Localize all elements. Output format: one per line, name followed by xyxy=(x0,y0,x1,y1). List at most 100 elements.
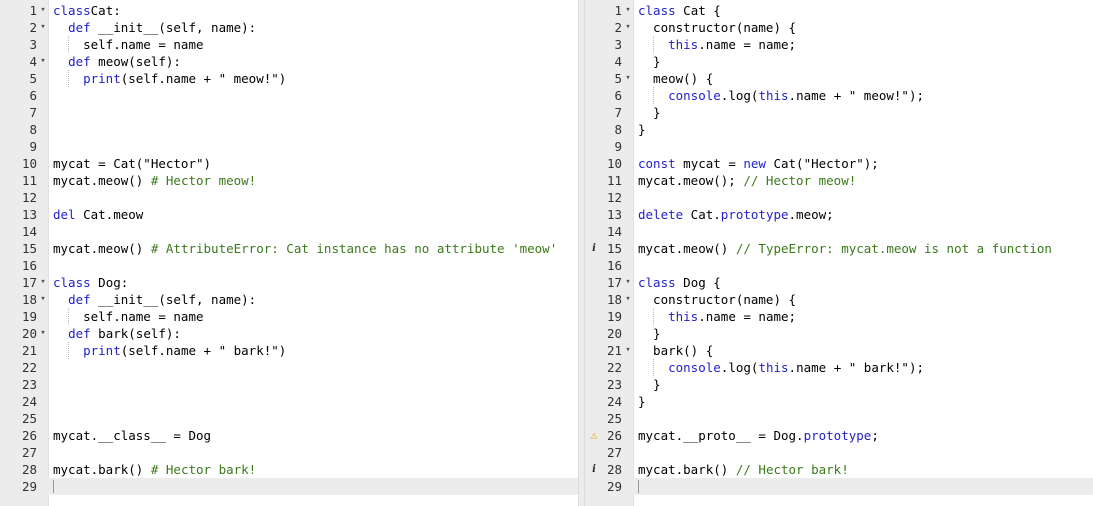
code-line[interactable]: 29 xyxy=(585,478,1093,495)
code-line[interactable]: 1 ▾ class Cat { xyxy=(585,2,1093,19)
code-line[interactable]: 2 ▾ def __init__(self, name): xyxy=(0,19,578,36)
code-line[interactable]: 8} xyxy=(585,121,1093,138)
code-line[interactable]: 19 self.name = name xyxy=(0,308,578,325)
code-line[interactable]: 7 xyxy=(0,104,578,121)
comment-token: # Hector meow! xyxy=(150,173,257,188)
code-token: } xyxy=(638,377,661,392)
code-line[interactable]: 23 } xyxy=(585,376,1093,393)
code-text: print(self.name + " bark!") xyxy=(53,342,286,359)
fold-toggle-icon[interactable]: ▾ xyxy=(623,2,633,19)
code-lines[interactable]: 1 ▾ classCat: 2 ▾ def __init__(self, name): 3… xyxy=(0,2,578,495)
code-token: mycat = xyxy=(675,156,744,171)
code-line[interactable]: 4 ▾ def meow(self): xyxy=(0,53,578,70)
code-line[interactable]: 16 xyxy=(585,257,1093,274)
code-line[interactable]: 10 const mycat = new Cat("Hector"); xyxy=(585,155,1093,172)
code-line[interactable]: 29 xyxy=(0,478,578,495)
code-line[interactable]: 21 ▾ bark() { xyxy=(585,342,1093,359)
line-number: 8 xyxy=(29,122,37,137)
line-number: 13 xyxy=(606,207,622,222)
python-editor[interactable]: 1 ▾ classCat: 2 ▾ def __init__(self, name): 3… xyxy=(0,0,578,506)
code-text: def __init__(self, name): xyxy=(53,19,256,36)
line-number: 24 xyxy=(606,394,622,409)
code-line[interactable]: 21 print(self.name + " bark!") xyxy=(0,342,578,359)
code-text: } xyxy=(638,325,661,342)
code-text: const mycat = new Cat("Hector"); xyxy=(638,155,879,172)
code-line[interactable]: 18 ▾ constructor(name) { xyxy=(585,291,1093,308)
code-line[interactable]: 7 } xyxy=(585,104,1093,121)
code-token: mycat.bark() xyxy=(53,462,151,477)
code-line[interactable]: 11 mycat.meow() # Hector meow! xyxy=(0,172,578,189)
comment-token: // Hector meow! xyxy=(743,173,857,188)
code-text: constructor(name) { xyxy=(638,19,796,36)
fold-toggle-icon[interactable]: ▾ xyxy=(38,325,48,342)
javascript-editor[interactable]: 1 ▾ class Cat {2 ▾ constructor(name) {3 thi… xyxy=(585,0,1093,506)
code-line[interactable]: 16 xyxy=(0,257,578,274)
code-text: delete Cat.prototype.meow; xyxy=(638,206,834,223)
fold-toggle-icon[interactable]: ▾ xyxy=(623,342,633,359)
code-line[interactable]: 27 xyxy=(585,444,1093,461)
code-line[interactable]: ⚠ 26 mycat.__proto__ = Dog.prototype; xyxy=(585,427,1093,444)
code-line[interactable]: 13 del Cat.meow xyxy=(0,206,578,223)
line-number: 13 xyxy=(21,207,37,222)
code-line[interactable]: 8 xyxy=(0,121,578,138)
code-line[interactable]: 15 mycat.meow() # AttributeError: Cat ins… xyxy=(0,240,578,257)
code-line[interactable]: 20 ▾ def bark(self): xyxy=(0,325,578,342)
code-line[interactable]: 19 this.name = name; xyxy=(585,308,1093,325)
code-line[interactable]: 17 ▾ class Dog { xyxy=(585,274,1093,291)
fold-toggle-icon[interactable]: ▾ xyxy=(623,19,633,36)
keyword-token: class xyxy=(638,275,676,290)
code-line[interactable]: 4 } xyxy=(585,53,1093,70)
code-line[interactable]: 22 xyxy=(0,359,578,376)
code-line[interactable]: 28 mycat.bark() # Hector bark! xyxy=(0,461,578,478)
code-line[interactable]: 26 mycat.__class__ = Dog xyxy=(0,427,578,444)
fold-toggle-icon[interactable]: ▾ xyxy=(623,291,633,308)
code-line[interactable]: 24 xyxy=(0,393,578,410)
keyword-token: print xyxy=(83,343,121,358)
line-number: 19 xyxy=(21,309,37,324)
code-line[interactable]: 3 this.name = name; xyxy=(585,36,1093,53)
code-line[interactable]: 3 self.name = name xyxy=(0,36,578,53)
code-line[interactable]: 6 xyxy=(0,87,578,104)
code-line[interactable]: i 28 mycat.bark() // Hector bark! xyxy=(585,461,1093,478)
code-line[interactable]: 12 xyxy=(0,189,578,206)
code-line[interactable]: 6 console.log(this.name + " meow!"); xyxy=(585,87,1093,104)
code-line[interactable]: 5 ▾ meow() { xyxy=(585,70,1093,87)
keyword-token: console xyxy=(668,360,721,375)
code-line[interactable]: 25 xyxy=(585,410,1093,427)
code-token: mycat = Cat("Hector") xyxy=(53,156,212,171)
fold-toggle-icon[interactable]: ▾ xyxy=(623,274,633,291)
code-line[interactable]: 11 mycat.meow(); // Hector meow! xyxy=(585,172,1093,189)
code-text: del Cat.meow xyxy=(53,206,143,223)
fold-toggle-icon[interactable]: ▾ xyxy=(38,274,48,291)
fold-toggle-icon[interactable]: ▾ xyxy=(38,2,48,19)
code-line[interactable]: 5 print(self.name + " meow!") xyxy=(0,70,578,87)
code-line[interactable]: 18 ▾ def __init__(self, name): xyxy=(0,291,578,308)
code-line[interactable]: 13 delete Cat.prototype.meow; xyxy=(585,206,1093,223)
code-line[interactable]: 24} xyxy=(585,393,1093,410)
code-line[interactable]: 27 xyxy=(0,444,578,461)
code-line[interactable]: 14 xyxy=(0,223,578,240)
code-line[interactable]: 25 xyxy=(0,410,578,427)
pane-splitter[interactable] xyxy=(578,0,585,506)
code-lines[interactable]: 1 ▾ class Cat {2 ▾ constructor(name) {3 thi… xyxy=(585,2,1093,495)
code-line[interactable]: 2 ▾ constructor(name) { xyxy=(585,19,1093,36)
code-line[interactable]: i 15 mycat.meow() // TypeError: mycat.meow… xyxy=(585,240,1093,257)
fold-toggle-icon[interactable]: ▾ xyxy=(38,53,48,70)
code-line[interactable]: 17 ▾ class Dog: xyxy=(0,274,578,291)
code-line[interactable]: 10 mycat = Cat("Hector") xyxy=(0,155,578,172)
code-line[interactable]: 9 xyxy=(0,138,578,155)
code-line[interactable]: 23 xyxy=(0,376,578,393)
code-line[interactable]: 12 xyxy=(585,189,1093,206)
code-line[interactable]: 9 xyxy=(585,138,1093,155)
code-line[interactable]: 1 ▾ classCat: xyxy=(0,2,578,19)
code-line[interactable]: 20 } xyxy=(585,325,1093,342)
code-line[interactable]: 14 xyxy=(585,223,1093,240)
line-number: 23 xyxy=(21,377,37,392)
code-line[interactable]: 22 console.log(this.name + " bark!"); xyxy=(585,359,1093,376)
line-number: 25 xyxy=(21,411,37,426)
fold-toggle-icon[interactable]: ▾ xyxy=(38,291,48,308)
fold-toggle-icon[interactable]: ▾ xyxy=(623,70,633,87)
code-text: classCat: xyxy=(53,2,121,19)
fold-toggle-icon[interactable]: ▾ xyxy=(38,19,48,36)
